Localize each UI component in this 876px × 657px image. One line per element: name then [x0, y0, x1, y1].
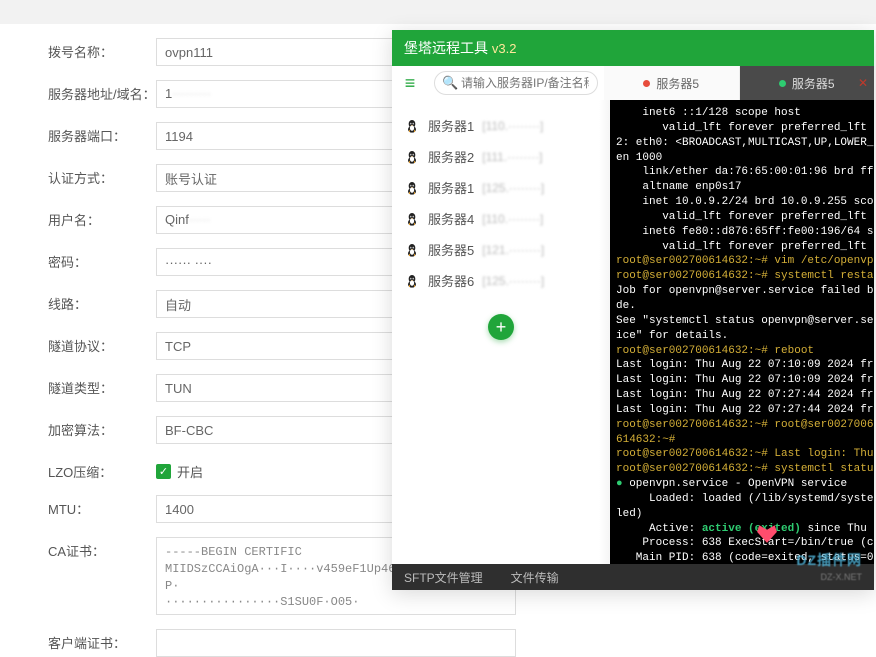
add-server-button[interactable]: +: [488, 314, 514, 340]
server-list-item[interactable]: 服务器5 [121.········]: [392, 234, 610, 265]
server-list-item[interactable]: 服务器1 [125.········]: [392, 172, 610, 203]
top-bar: [0, 0, 876, 24]
terminal-line: inet6 ::1/128 scope host: [616, 106, 868, 121]
terminal-line: root@ser002700614632:~# systemctl restar: [616, 269, 868, 284]
terminal-line: altname enp0s17: [616, 180, 868, 195]
terminal-line: ● openvpn.service - OpenVPN service: [616, 477, 868, 492]
lzo-text: 开启: [177, 462, 203, 481]
server-name: 服务器4: [428, 209, 474, 228]
remote-tool-panel: 堡塔远程工具 v3.2 ≡ 🔍 服务器5 服务器5 ✕ 服务器1 [110.···…: [392, 30, 874, 590]
server-ip: [111.········]: [482, 150, 542, 164]
terminal-line: en 1000: [616, 151, 868, 166]
server-name: 服务器2: [428, 147, 474, 166]
status-dot-icon: [779, 80, 786, 87]
server-ip: [110.········]: [482, 212, 543, 226]
tab-label: 服务器5: [792, 75, 835, 92]
terminal-line: Last login: Thu Aug 22 07:10:09 2024 fro…: [616, 358, 868, 373]
linux-icon: [404, 273, 420, 289]
server-ip: [125.········]: [482, 181, 544, 195]
label-cipher: 加密算法：: [48, 416, 156, 439]
terminal-line: valid_lft forever preferred_lft fo: [616, 240, 868, 255]
server-name: 服务器5: [428, 240, 474, 259]
label-username: 用户名：: [48, 206, 156, 229]
server-ip: [121.········]: [482, 243, 544, 257]
terminal-line: inet6 fe80::d876:65ff:fe00:196/64 sc: [616, 225, 868, 240]
terminal-line: See "systemctl status openvpn@server.ser: [616, 314, 868, 329]
terminal-line: Loaded: loaded (/lib/systemd/system/: [616, 492, 868, 507]
server-name: 服务器6: [428, 271, 474, 290]
label-server-addr: 服务器地址/域名：: [48, 80, 156, 103]
linux-icon: [404, 118, 420, 134]
label-client-cert: 客户端证书：: [48, 629, 156, 652]
panel-version: v3.2: [492, 41, 517, 56]
panel-title-bar: 堡塔远程工具 v3.2: [392, 30, 874, 66]
terminal-line: de.: [616, 299, 868, 314]
terminal-output[interactable]: inet6 ::1/128 scope host valid_lft forev…: [610, 100, 874, 564]
label-lzo: LZO压缩：: [48, 458, 156, 481]
label-dial-name: 拨号名称：: [48, 38, 156, 61]
terminal-tab-active[interactable]: 服务器5 ✕: [740, 66, 875, 100]
label-password: 密码：: [48, 248, 156, 271]
terminal-line: inet 10.0.9.2/24 brd 10.0.9.255 scop: [616, 195, 868, 210]
search-icon: 🔍: [442, 75, 458, 91]
server-addr-masked: ·········: [172, 86, 211, 101]
label-ca-cert: CA证书：: [48, 537, 156, 560]
linux-icon: [404, 149, 420, 165]
terminal-line: 614632:~#: [616, 433, 868, 448]
label-auth-mode: 认证方式：: [48, 164, 156, 187]
label-tunnel-proto: 隧道协议：: [48, 332, 156, 355]
server-name: 服务器1: [428, 116, 474, 135]
server-list-item[interactable]: 服务器2 [111.········]: [392, 141, 610, 172]
username-masked: ·····: [189, 212, 211, 227]
terminal-line: Active: active (exited) since Thu 20: [616, 522, 868, 537]
tab-label: 服务器5: [656, 75, 699, 92]
terminal-tab-inactive[interactable]: 服务器5: [604, 66, 740, 100]
label-server-port: 服务器端口：: [48, 122, 156, 145]
close-icon[interactable]: ✕: [858, 76, 868, 90]
menu-icon[interactable]: ≡: [392, 66, 428, 100]
terminal-line: 2: eth0: <BROADCAST,MULTICAST,UP,LOWER_U: [616, 136, 868, 151]
terminal-line: root@ser002700614632:~# reboot: [616, 344, 868, 359]
label-route: 线路：: [48, 290, 156, 313]
linux-icon: [404, 242, 420, 258]
terminal-line: root@ser002700614632:~# systemctl status: [616, 462, 868, 477]
status-dot-icon: [643, 80, 650, 87]
label-tunnel-type: 隧道类型：: [48, 374, 156, 397]
terminal-line: Last login: Thu Aug 22 07:10:09 2024 fro…: [616, 373, 868, 388]
server-search-input[interactable]: [434, 71, 598, 95]
terminal-line: valid_lft forever preferred_lft fo: [616, 210, 868, 225]
terminal-line: Last login: Thu Aug 22 07:27:44 2024 fro…: [616, 388, 868, 403]
sftp-manager-link[interactable]: SFTP文件管理: [404, 569, 483, 586]
server-list-item[interactable]: 服务器1 [110.········]: [392, 110, 610, 141]
username-value: Qinf: [165, 212, 189, 227]
panel-toolbar: ≡ 🔍 服务器5 服务器5 ✕: [392, 66, 874, 100]
label-mtu: MTU：: [48, 495, 156, 518]
server-list: 服务器1 [110.········] 服务器2 [111.········] 服务器1…: [392, 100, 610, 564]
server-ip: [125.········]: [482, 274, 544, 288]
terminal-line: led): [616, 507, 868, 522]
file-transfer-link[interactable]: 文件传输: [511, 569, 559, 586]
terminal-line: root@ser002700614632:~# Last login: Thu …: [616, 447, 868, 462]
terminal-line: root@ser002700614632:~# vim /etc/openvpn: [616, 254, 868, 269]
linux-icon: [404, 180, 420, 196]
client-cert-textarea[interactable]: [156, 629, 516, 657]
watermark-brand: DZ插件网: [796, 550, 862, 570]
panel-title: 堡塔远程工具: [404, 40, 488, 56]
terminal-line: valid_lft forever preferred_lft fo: [616, 121, 868, 136]
terminal-line: root@ser002700614632:~# root@ser0027006: [616, 418, 868, 433]
terminal-line: Job for openvpn@server.service failed be: [616, 284, 868, 299]
lzo-checkbox[interactable]: ✓: [156, 464, 171, 479]
terminal-line: ice" for details.: [616, 329, 868, 344]
server-list-item[interactable]: 服务器6 [125.········]: [392, 265, 610, 296]
terminal-line: Last login: Thu Aug 22 07:27:44 2024 fro…: [616, 403, 868, 418]
server-name: 服务器1: [428, 178, 474, 197]
linux-icon: [404, 211, 420, 227]
server-list-item[interactable]: 服务器4 [110.········]: [392, 203, 610, 234]
terminal-line: link/ether da:76:65:00:01:96 brd ff:: [616, 165, 868, 180]
terminal-tabs: 服务器5 服务器5 ✕: [604, 66, 874, 100]
server-ip: [110.········]: [482, 119, 543, 133]
watermark-sub: DZ-X.NET: [821, 572, 863, 582]
